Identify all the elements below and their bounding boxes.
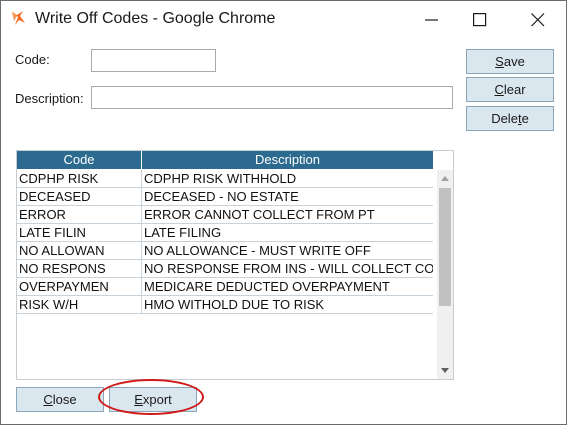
cell-code: ERROR bbox=[17, 206, 142, 223]
description-label: Description: bbox=[15, 91, 84, 106]
scroll-down-arrow-icon bbox=[441, 368, 449, 373]
table-row[interactable]: ERROR ERROR CANNOT COLLECT FROM PT bbox=[17, 206, 433, 224]
export-label-post: xport bbox=[142, 392, 172, 407]
cell-code: DECEASED bbox=[17, 188, 142, 205]
window-title: Write Off Codes - Google Chrome bbox=[35, 10, 276, 27]
table-row[interactable]: RISK W/H HMO WITHOLD DUE TO RISK bbox=[17, 296, 433, 314]
maximize-button[interactable] bbox=[457, 1, 503, 38]
scroll-up-arrow-icon bbox=[441, 176, 449, 181]
table-body: CDPHP RISK CDPHP RISK WITHHOLD DECEASED DE… bbox=[17, 170, 433, 314]
scroll-thumb[interactable] bbox=[439, 188, 451, 306]
table-row[interactable]: NO ALLOWAN NO ALLOWANCE - MUST WRITE OFF bbox=[17, 242, 433, 260]
write-off-codes-table: Code Description CDPHP RISK CDPHP RISK WI… bbox=[16, 150, 454, 380]
cell-description: ERROR CANNOT COLLECT FROM PT bbox=[144, 207, 375, 222]
maximize-icon bbox=[473, 13, 487, 27]
delete-label-post: e bbox=[521, 111, 529, 126]
table-row[interactable]: CDPHP RISK CDPHP RISK WITHHOLD bbox=[17, 170, 433, 188]
scroll-up-button[interactable] bbox=[437, 170, 453, 187]
cell-code: NO RESPONS bbox=[17, 260, 142, 277]
dialog-content: Code: Description: Save Clear Delete Cod… bbox=[2, 38, 565, 423]
save-button[interactable]: Save bbox=[466, 49, 554, 74]
close-icon bbox=[531, 13, 545, 27]
export-button[interactable]: Export bbox=[109, 387, 197, 412]
cell-description: HMO WITHOLD DUE TO RISK bbox=[144, 297, 325, 312]
cell-code: CDPHP RISK bbox=[17, 170, 142, 187]
description-input[interactable] bbox=[91, 86, 453, 109]
cell-description: CDPHP RISK WITHHOLD bbox=[144, 171, 297, 186]
dialog-window: Write Off Codes - Google Chrome Code: De… bbox=[0, 0, 567, 425]
cell-description: LATE FILING bbox=[144, 225, 222, 240]
cell-code: LATE FILIN bbox=[17, 224, 142, 241]
table-header: Code Description bbox=[17, 151, 433, 169]
cell-code: OVERPAYMEN bbox=[17, 278, 142, 295]
clear-label-mnemonic: C bbox=[494, 82, 504, 97]
table-row[interactable]: OVERPAYMEN MEDICARE DEDUCTED OVERPAYMENT bbox=[17, 278, 433, 296]
cell-description: MEDICARE DEDUCTED OVERPAYMENT bbox=[144, 279, 390, 294]
minimize-button[interactable] bbox=[409, 1, 455, 38]
cell-description: NO ALLOWANCE - MUST WRITE OFF bbox=[144, 243, 371, 258]
close-label-post: lose bbox=[52, 392, 77, 407]
clear-button[interactable]: Clear bbox=[466, 77, 554, 102]
app-logo-icon bbox=[11, 11, 25, 25]
close-label-mnemonic: C bbox=[43, 392, 53, 407]
column-header-description[interactable]: Description bbox=[142, 151, 433, 169]
title-bar[interactable]: Write Off Codes - Google Chrome bbox=[1, 1, 566, 38]
table-row[interactable]: NO RESPONS NO RESPONSE FROM INS - WILL CO… bbox=[17, 260, 433, 278]
column-header-code[interactable]: Code bbox=[17, 151, 142, 169]
close-button[interactable]: Close bbox=[16, 387, 104, 412]
save-label-post: ave bbox=[503, 54, 525, 69]
export-label-mnemonic: E bbox=[134, 392, 143, 407]
delete-button[interactable]: Delete bbox=[466, 106, 554, 131]
cell-description: NO RESPONSE FROM INS - WILL COLLECT CO bbox=[144, 261, 433, 276]
save-label-mnemonic: S bbox=[495, 54, 504, 69]
cell-description: DECEASED - NO ESTATE bbox=[144, 189, 299, 204]
minimize-icon bbox=[425, 19, 438, 21]
cell-code: NO ALLOWAN bbox=[17, 242, 142, 259]
code-input[interactable] bbox=[91, 49, 216, 72]
cell-code: RISK W/H bbox=[17, 296, 142, 313]
close-window-button[interactable] bbox=[515, 1, 561, 38]
scroll-down-button[interactable] bbox=[437, 362, 453, 379]
table-row[interactable]: LATE FILIN LATE FILING bbox=[17, 224, 433, 242]
clear-label-post: lear bbox=[503, 82, 526, 97]
code-label: Code: bbox=[15, 52, 50, 67]
table-row[interactable]: DECEASED DECEASED - NO ESTATE bbox=[17, 188, 433, 206]
delete-label-pre: Dele bbox=[491, 111, 518, 126]
vertical-scrollbar[interactable] bbox=[437, 170, 453, 379]
